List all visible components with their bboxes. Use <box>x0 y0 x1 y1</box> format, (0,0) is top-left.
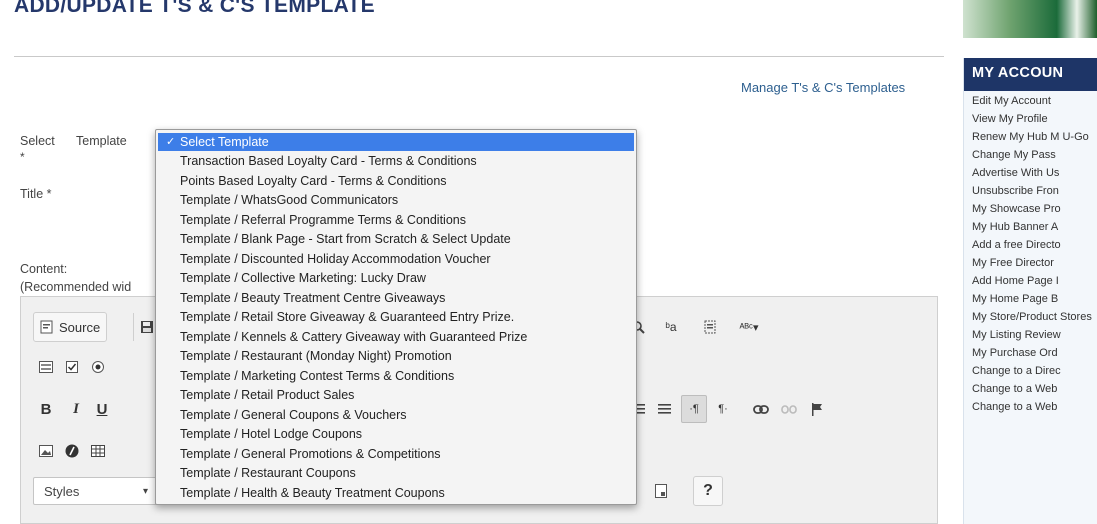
select-all-icon[interactable] <box>697 313 723 341</box>
recommended-width-note: (Recommended wid <box>20 280 132 294</box>
sidebar-item[interactable]: Add a free Directo <box>964 239 1097 252</box>
dropdown-option[interactable]: Template / WhatsGood Communicators <box>156 191 636 211</box>
dropdown-option[interactable]: Template / Blank Page - Start from Scrat… <box>156 230 636 250</box>
table-icon[interactable] <box>87 437 109 465</box>
template-dropdown[interactable]: ✓ Select Template Transaction Based Loyal… <box>155 129 637 505</box>
help-button[interactable]: ? <box>693 476 723 506</box>
title-divider <box>14 56 944 57</box>
sidebar-item[interactable]: Renew My Hub M U-Go <box>964 131 1094 144</box>
dropdown-option[interactable]: Transaction Based Loyalty Card - Terms &… <box>156 152 636 172</box>
sidebar-item[interactable]: Change to a Web <box>964 401 1097 414</box>
spellcheck-icon[interactable]: ᴬᴮᶜ▾ <box>733 313 765 341</box>
justify-icon[interactable] <box>653 395 675 423</box>
anchor-flag-icon[interactable] <box>805 395 829 423</box>
sidebar-item[interactable]: My Home Page B <box>964 293 1097 306</box>
sidebar-item[interactable]: Advertise With Us <box>964 167 1097 180</box>
dropdown-option[interactable]: Template / Health & Beauty Treatment Cou… <box>156 484 636 504</box>
required-mark: * <box>20 150 25 164</box>
sidebar-item[interactable]: My Showcase Pro <box>964 203 1097 216</box>
title-label: Title * <box>20 187 52 201</box>
template-label: Template <box>76 134 127 148</box>
sidebar-item[interactable]: Change to a Direc <box>964 365 1097 378</box>
page-title: ADD/UPDATE T'S & C'S TEMPLATE <box>14 0 375 17</box>
checkmark-icon: ✓ <box>166 136 176 148</box>
sidebar-item[interactable]: Edit My Account <box>964 95 1097 108</box>
dropdown-option[interactable]: Template / Beauty Treatment Centre Givea… <box>156 289 636 309</box>
dropdown-option[interactable]: Template / Restaurant Coupons <box>156 464 636 484</box>
underline-icon[interactable]: U <box>91 395 113 423</box>
sidebar-item[interactable]: My Hub Banner A <box>964 221 1097 234</box>
dropdown-option[interactable]: Template / Discounted Holiday Accommodat… <box>156 250 636 270</box>
sidebar-item[interactable]: Unsubscribe Fron <box>964 185 1097 198</box>
sidebar-heading: MY ACCOUN <box>964 58 1097 91</box>
header-banner-image <box>963 0 1097 38</box>
form-icon[interactable] <box>35 353 57 381</box>
show-blocks-icon[interactable] <box>649 477 673 505</box>
sidebar-item[interactable]: My Purchase Ord <box>964 347 1097 360</box>
sidebar-item[interactable]: My Listing Review <box>964 329 1097 342</box>
bold-icon[interactable]: B <box>35 395 57 423</box>
my-account-sidebar: MY ACCOUN Edit My Account View My Profil… <box>963 58 1097 524</box>
link-icon[interactable] <box>749 395 773 423</box>
sidebar-item[interactable]: Change My Pass <box>964 149 1097 162</box>
sidebar-item[interactable]: Add Home Page I <box>964 275 1097 288</box>
sidebar-item[interactable]: View My Profile <box>964 113 1097 126</box>
ltr-icon[interactable]: ·¶ <box>681 395 707 423</box>
source-icon <box>40 320 53 334</box>
dropdown-option[interactable]: Template / Marketing Contest Terms & Con… <box>156 367 636 387</box>
rtl-icon[interactable]: ¶· <box>711 395 735 423</box>
dropdown-option[interactable]: Template / Restaurant (Monday Night) Pro… <box>156 347 636 367</box>
dropdown-option[interactable]: Template / Referral Programme Terms & Co… <box>156 211 636 231</box>
dropdown-option[interactable]: Template / Retail Product Sales <box>156 386 636 406</box>
sidebar-item[interactable]: My Store/Product Stores <box>964 311 1094 324</box>
source-label: Source <box>59 319 101 335</box>
dropdown-option[interactable]: Template / General Promotions & Competit… <box>156 445 636 465</box>
italic-icon[interactable]: I <box>65 395 87 423</box>
checkbox-icon[interactable] <box>61 353 83 381</box>
dropdown-option[interactable]: Template / General Coupons & Vouchers <box>156 406 636 426</box>
dropdown-option[interactable]: Template / Kennels & Cattery Giveaway wi… <box>156 328 636 348</box>
dropdown-option[interactable]: Template / Collective Marketing: Lucky D… <box>156 269 636 289</box>
select-label: Select <box>20 134 55 148</box>
dropdown-option[interactable]: Points Based Loyalty Card - Terms & Cond… <box>156 172 636 192</box>
flash-icon[interactable] <box>61 437 83 465</box>
content-label: Content: <box>20 262 68 276</box>
sidebar-item[interactable]: My Free Director <box>964 257 1097 270</box>
chevron-down-icon: ▾ <box>142 485 148 497</box>
unlink-icon[interactable] <box>777 395 801 423</box>
radio-icon[interactable] <box>87 353 109 381</box>
dropdown-option-selected[interactable]: ✓ Select Template <box>158 133 634 151</box>
sidebar-item[interactable]: Change to a Web <box>964 383 1097 396</box>
dropdown-option[interactable]: Template / Hotel Lodge Coupons <box>156 425 636 445</box>
styles-label: Styles <box>44 483 80 499</box>
manage-templates-link[interactable]: Manage T's & C's Templates <box>741 80 905 95</box>
source-button[interactable]: Source <box>33 312 108 342</box>
image-icon[interactable] <box>35 437 57 465</box>
styles-select[interactable]: Styles ▾ <box>33 477 157 505</box>
replace-icon[interactable]: ᵇa <box>657 313 685 341</box>
dropdown-option[interactable]: Template / Retail Store Giveaway & Guara… <box>156 308 636 328</box>
